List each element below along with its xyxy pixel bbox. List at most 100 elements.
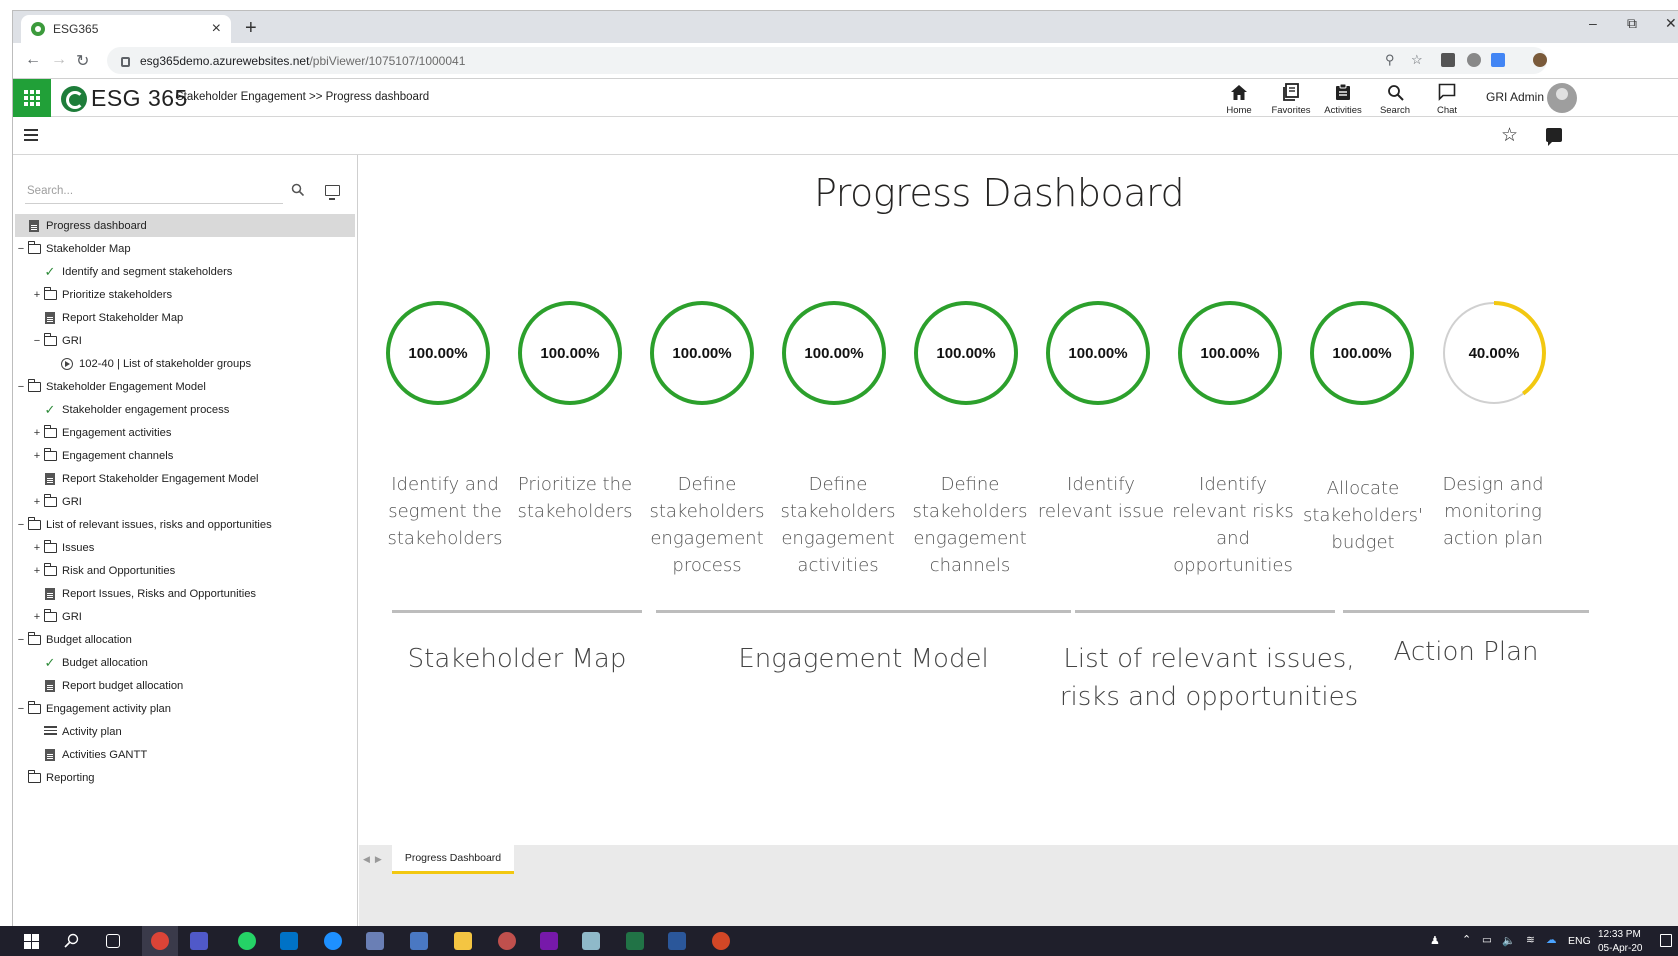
progress-gauge[interactable]: 100.00% xyxy=(913,300,1019,406)
url-field[interactable]: esg365demo.azurewebsites.net/pbiViewer/1… xyxy=(107,47,1547,74)
sidebar-item[interactable]: Progress dashboard xyxy=(15,214,355,237)
expand-toggle-icon[interactable]: + xyxy=(31,289,43,301)
collapse-toggle-icon[interactable]: − xyxy=(31,335,43,347)
whatsapp-icon[interactable] xyxy=(238,932,256,950)
expand-toggle-icon[interactable]: + xyxy=(31,565,43,577)
collapse-toggle-icon[interactable]: − xyxy=(15,381,27,393)
favorite-star-icon[interactable]: ☆ xyxy=(1501,124,1518,147)
sidebar-search-icon[interactable] xyxy=(291,183,305,201)
onenote-icon[interactable] xyxy=(540,932,558,950)
back-arrow-icon[interactable]: ← xyxy=(25,51,41,69)
app-launcher-icon[interactable] xyxy=(13,79,51,117)
user-avatar[interactable] xyxy=(1547,83,1577,113)
expand-toggle-icon[interactable]: + xyxy=(31,496,43,508)
profile-icon[interactable] xyxy=(1533,53,1547,67)
sidebar-item[interactable]: + Engagement channels xyxy=(15,444,355,467)
extension-2-icon[interactable] xyxy=(1467,53,1481,67)
sidebar-item[interactable]: + Issues xyxy=(15,536,355,559)
page-nav-arrows-icon[interactable]: ◀ ▶ xyxy=(363,854,382,865)
collapse-toggle-icon[interactable]: − xyxy=(15,634,27,646)
comment-icon[interactable] xyxy=(1546,128,1562,146)
expand-toggle-icon[interactable]: + xyxy=(31,542,43,554)
reload-icon[interactable]: ↻ xyxy=(76,51,89,71)
tray-chevron-icon[interactable]: ⌃ xyxy=(1462,933,1471,946)
progress-gauge[interactable]: 100.00% xyxy=(1045,300,1151,406)
user-name[interactable]: GRI Admin xyxy=(1486,90,1544,104)
sidebar-item[interactable]: 102-40 | List of stakeholder groups xyxy=(15,352,355,375)
sidebar-item[interactable]: + Prioritize stakeholders xyxy=(15,283,355,306)
nav-search-button[interactable]: Search xyxy=(1367,82,1423,116)
progress-gauge[interactable]: 100.00% xyxy=(385,300,491,406)
sidebar-item[interactable]: ✓ Budget allocation xyxy=(15,651,355,674)
new-tab-button[interactable]: + xyxy=(245,17,257,40)
people-icon[interactable]: ♟ xyxy=(1430,934,1440,947)
clock-time[interactable]: 12:33 PM xyxy=(1598,929,1641,940)
extension-translate-icon[interactable] xyxy=(1491,53,1505,67)
sidebar-item[interactable]: − Engagement activity plan xyxy=(15,697,355,720)
sidebar-item[interactable]: Activity plan xyxy=(15,720,355,743)
sidebar-item[interactable]: Reporting xyxy=(15,766,355,789)
sidebar-item[interactable]: − Budget allocation xyxy=(15,628,355,651)
progress-gauge[interactable]: 100.00% xyxy=(781,300,887,406)
nav-favorites-button[interactable]: Favorites xyxy=(1263,82,1319,116)
close-window-icon[interactable]: ✕ xyxy=(1665,15,1677,32)
excel-icon[interactable] xyxy=(626,932,644,950)
collapse-toggle-icon[interactable]: − xyxy=(15,703,27,715)
sidebar-item[interactable]: Report budget allocation xyxy=(15,674,355,697)
edge-icon[interactable] xyxy=(324,932,342,950)
forward-arrow-icon[interactable]: → xyxy=(51,51,67,69)
file-explorer-icon[interactable] xyxy=(454,932,472,950)
sidebar-item[interactable]: + Engagement activities xyxy=(15,421,355,444)
sidebar-item[interactable]: Report Stakeholder Engagement Model xyxy=(15,467,355,490)
expand-toggle-icon[interactable]: + xyxy=(31,427,43,439)
taskbar-search-icon[interactable] xyxy=(64,933,80,949)
sidebar-item[interactable]: ✓ Stakeholder engagement process xyxy=(15,398,355,421)
bookmark-star-icon[interactable]: ☆ xyxy=(1411,52,1423,68)
sidebar-item[interactable]: + GRI xyxy=(15,490,355,513)
present-icon[interactable] xyxy=(325,185,340,200)
app-icon-3[interactable] xyxy=(498,932,516,950)
sidebar-item[interactable]: Activities GANTT xyxy=(15,743,355,766)
progress-gauge[interactable]: 100.00% xyxy=(517,300,623,406)
sidebar-search-input[interactable]: Search... xyxy=(25,180,283,204)
windows-start-icon[interactable] xyxy=(24,934,39,949)
chrome-icon[interactable] xyxy=(151,932,169,950)
browser-tab[interactable]: ESG365 × xyxy=(21,15,231,43)
progress-gauge[interactable]: 100.00% xyxy=(1177,300,1283,406)
outlook-icon[interactable] xyxy=(280,932,298,950)
network-icon[interactable]: ▭ xyxy=(1482,934,1492,946)
teams-icon[interactable] xyxy=(190,932,208,950)
sidebar-item[interactable]: − List of relevant issues, risks and oppo… xyxy=(15,513,355,536)
language-indicator[interactable]: ENG xyxy=(1568,935,1591,947)
page-tab-progress-dashboard[interactable]: Progress Dashboard xyxy=(392,845,514,874)
extension-1-icon[interactable] xyxy=(1441,53,1455,67)
progress-gauge[interactable]: 40.00% xyxy=(1441,300,1547,406)
key-icon[interactable]: ⚲ xyxy=(1385,52,1395,68)
nav-home-button[interactable]: Home xyxy=(1211,82,1267,116)
collapse-toggle-icon[interactable]: − xyxy=(15,243,27,255)
sidebar-item[interactable]: ✓ Identify and segment stakeholders xyxy=(15,260,355,283)
expand-toggle-icon[interactable]: + xyxy=(31,450,43,462)
menu-list-icon[interactable] xyxy=(24,129,38,144)
powerpoint-icon[interactable] xyxy=(712,932,730,950)
nav-chat-button[interactable]: Chat xyxy=(1419,82,1475,116)
app-icon-2[interactable] xyxy=(410,932,428,950)
app-logo[interactable]: ESG 365 xyxy=(61,85,188,112)
onedrive-icon[interactable]: ☁ xyxy=(1546,934,1557,946)
word-icon[interactable] xyxy=(668,932,686,950)
sidebar-item[interactable]: − Stakeholder Map xyxy=(15,237,355,260)
sidebar-item[interactable]: + GRI xyxy=(15,605,355,628)
minimize-icon[interactable]: – xyxy=(1589,15,1597,31)
app-icon-1[interactable] xyxy=(366,932,384,950)
wifi-icon[interactable]: ≋ xyxy=(1526,934,1535,946)
tab-close-icon[interactable]: × xyxy=(212,20,221,38)
restore-icon[interactable]: ⧉ xyxy=(1627,15,1637,32)
clock-date[interactable]: 05-Apr-20 xyxy=(1598,943,1642,954)
progress-gauge[interactable]: 100.00% xyxy=(1309,300,1415,406)
sidebar-item[interactable]: + Risk and Opportunities xyxy=(15,559,355,582)
task-view-icon[interactable] xyxy=(106,934,120,948)
collapse-toggle-icon[interactable]: − xyxy=(15,519,27,531)
volume-icon[interactable]: 🔈 xyxy=(1502,934,1515,947)
expand-toggle-icon[interactable]: + xyxy=(31,611,43,623)
progress-gauge[interactable]: 100.00% xyxy=(649,300,755,406)
